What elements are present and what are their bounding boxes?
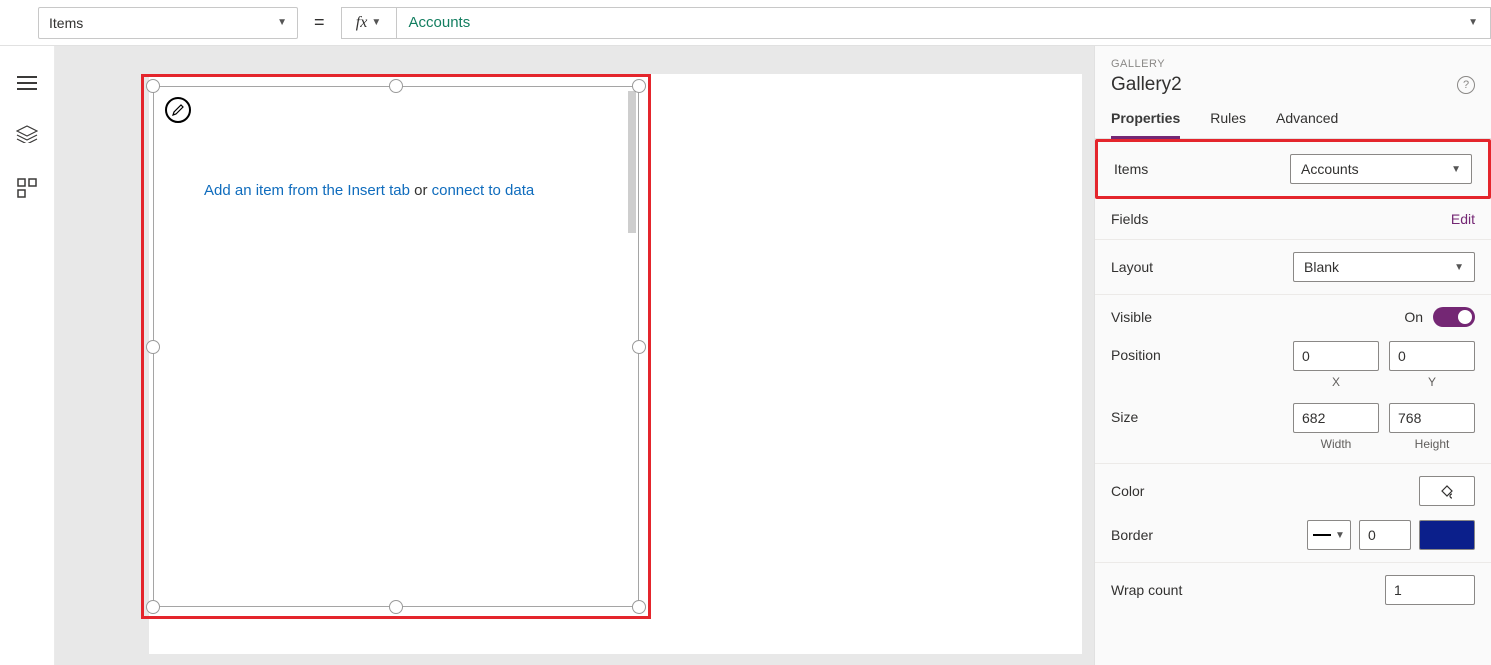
panel-header: GALLERY Gallery2 ? <box>1095 46 1491 96</box>
tab-properties[interactable]: Properties <box>1111 110 1180 139</box>
visible-label: Visible <box>1111 309 1152 325</box>
control-name[interactable]: Gallery2 <box>1111 74 1182 96</box>
prop-position: Position X Y <box>1111 341 1475 389</box>
position-y-input[interactable] <box>1389 341 1475 371</box>
prop-fields: Fields Edit <box>1095 199 1491 240</box>
resize-handle[interactable] <box>146 600 160 614</box>
wrap-count-value: 1 <box>1394 582 1402 598</box>
prop-border: Border ▼ 0 <box>1111 520 1475 550</box>
gallery-selection[interactable]: Add an item from the Insert tab or conne… <box>141 74 651 619</box>
prop-size: Size Width Height <box>1111 403 1475 451</box>
width-sublabel: Width <box>1321 437 1352 451</box>
items-dropdown[interactable]: Accounts ▼ <box>1290 154 1472 184</box>
gallery-scrollbar[interactable] <box>628 91 636 233</box>
y-sublabel: Y <box>1428 375 1436 389</box>
hamburger-icon[interactable] <box>17 76 37 95</box>
border-width-value: 0 <box>1368 527 1376 543</box>
insert-tab-link[interactable]: Add an item from the Insert tab <box>204 182 410 199</box>
canvas-area[interactable]: Add an item from the Insert tab or conne… <box>55 46 1094 665</box>
components-icon[interactable] <box>17 178 37 203</box>
hint-mid: or <box>410 182 432 199</box>
fields-label: Fields <box>1111 211 1148 227</box>
gallery-hint: Add an item from the Insert tab or conne… <box>204 182 534 199</box>
left-sidebar <box>0 46 55 665</box>
layout-value: Blank <box>1304 259 1339 275</box>
chevron-down-icon: ▼ <box>1335 530 1345 541</box>
wrap-label: Wrap count <box>1111 582 1182 598</box>
items-value: Accounts <box>1301 161 1359 177</box>
height-sublabel: Height <box>1415 437 1450 451</box>
color-label: Color <box>1111 483 1144 499</box>
border-color-picker[interactable] <box>1419 520 1475 550</box>
right-panel: GALLERY Gallery2 ? Properties Rules Adva… <box>1094 46 1491 665</box>
color-picker[interactable] <box>1419 476 1475 506</box>
prop-wrap-count: Wrap count 1 <box>1095 563 1491 617</box>
prop-color: Color <box>1111 476 1475 506</box>
layout-label: Layout <box>1111 259 1153 275</box>
chevron-down-icon: ▼ <box>1454 262 1464 273</box>
control-type: GALLERY <box>1111 58 1475 70</box>
layout-dropdown[interactable]: Blank ▼ <box>1293 252 1475 282</box>
resize-handle[interactable] <box>632 600 646 614</box>
prop-block-visible-pos-size: Visible On Position X Y <box>1095 295 1491 464</box>
paint-bucket-icon <box>1439 483 1455 499</box>
visible-toggle[interactable] <box>1433 307 1475 327</box>
resize-handle[interactable] <box>632 340 646 354</box>
prop-layout: Layout Blank ▼ <box>1095 240 1491 295</box>
property-select-label: Items <box>49 15 83 31</box>
position-label: Position <box>1111 347 1161 363</box>
property-select[interactable]: Items ▼ <box>38 7 298 39</box>
tab-advanced[interactable]: Advanced <box>1276 110 1338 138</box>
tab-rules[interactable]: Rules <box>1210 110 1246 138</box>
x-sublabel: X <box>1332 375 1340 389</box>
resize-handle[interactable] <box>632 79 646 93</box>
equals-sign: = <box>298 12 341 33</box>
formula-value: Accounts <box>409 14 471 31</box>
border-line-icon <box>1313 534 1331 536</box>
resize-handle[interactable] <box>146 340 160 354</box>
wrap-count-input[interactable]: 1 <box>1385 575 1475 605</box>
pencil-icon <box>171 103 185 117</box>
connect-data-link[interactable]: connect to data <box>432 182 535 199</box>
prop-block-color-border: Color Border ▼ 0 <box>1095 464 1491 563</box>
fx-icon: fx <box>356 14 368 32</box>
prop-items: Items Accounts ▼ <box>1095 139 1491 199</box>
chevron-down-icon: ▼ <box>1451 164 1461 175</box>
formula-bar: Items ▼ = fx ▼ Accounts ▼ <box>0 0 1491 46</box>
border-width-input[interactable]: 0 <box>1359 520 1411 550</box>
border-style-dropdown[interactable]: ▼ <box>1307 520 1351 550</box>
gallery-box <box>153 86 639 607</box>
items-label: Items <box>1114 161 1148 177</box>
chevron-down-icon: ▼ <box>371 17 381 28</box>
edit-pencil-button[interactable] <box>165 97 191 123</box>
fx-button[interactable]: fx ▼ <box>341 7 397 39</box>
resize-handle[interactable] <box>389 600 403 614</box>
main-row: Add an item from the Insert tab or conne… <box>0 46 1491 665</box>
resize-handle[interactable] <box>389 79 403 93</box>
help-icon[interactable]: ? <box>1457 76 1475 94</box>
formula-input[interactable]: Accounts ▼ <box>397 7 1491 39</box>
fields-edit-link[interactable]: Edit <box>1451 211 1475 227</box>
position-x-input[interactable] <box>1293 341 1379 371</box>
resize-handle[interactable] <box>146 79 160 93</box>
size-width-input[interactable] <box>1293 403 1379 433</box>
panel-tabs: Properties Rules Advanced <box>1095 96 1491 139</box>
visible-on-text: On <box>1404 309 1423 325</box>
border-label: Border <box>1111 527 1153 543</box>
size-height-input[interactable] <box>1389 403 1475 433</box>
chevron-down-icon: ▼ <box>1468 17 1478 28</box>
size-label: Size <box>1111 409 1138 425</box>
prop-visible: Visible On <box>1111 307 1475 327</box>
layers-icon[interactable] <box>16 125 38 148</box>
chevron-down-icon: ▼ <box>277 17 287 28</box>
